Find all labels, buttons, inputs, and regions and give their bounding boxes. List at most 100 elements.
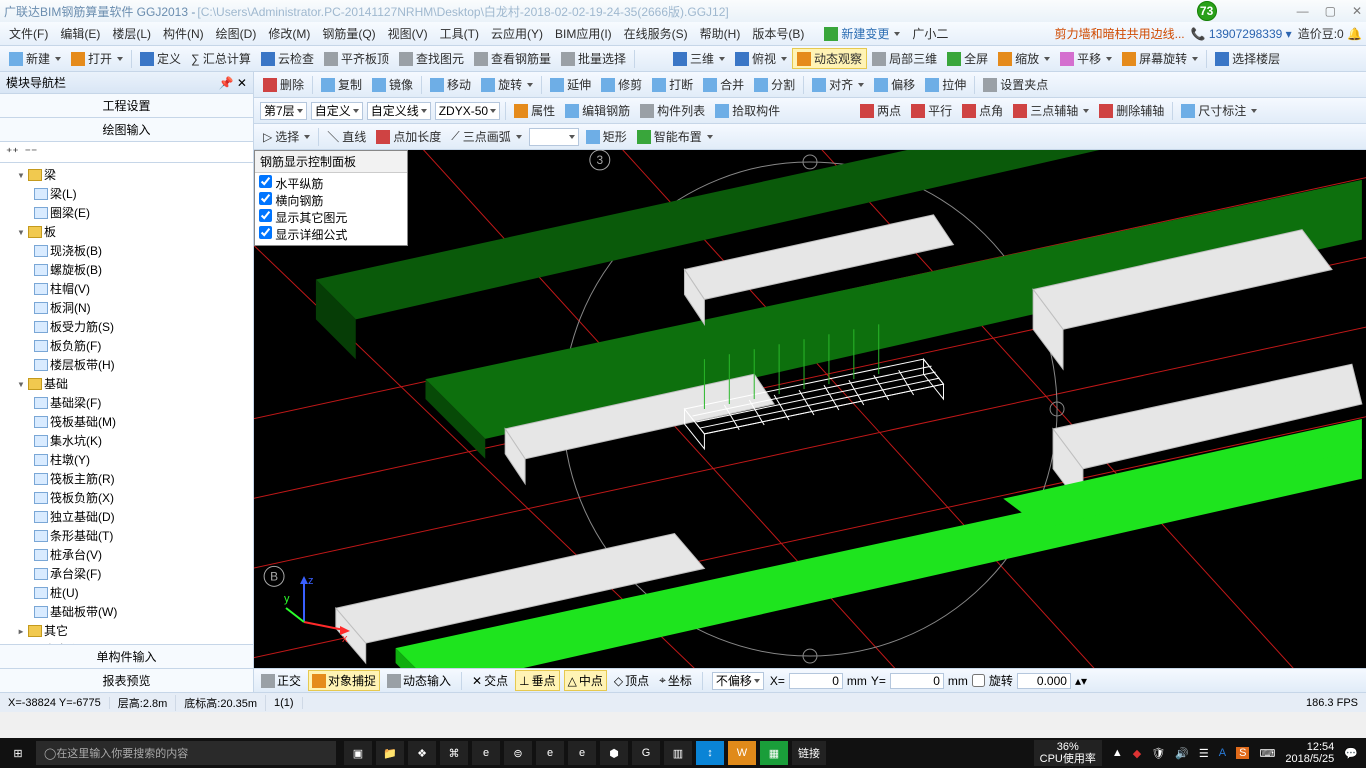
maximize-icon[interactable]: ▢: [1325, 4, 1336, 18]
node-beam[interactable]: ▾梁: [0, 165, 253, 184]
setpt-button[interactable]: 设置夹点: [978, 74, 1053, 95]
delete-button[interactable]: 删除: [258, 74, 309, 95]
pickfloor-button[interactable]: 选择楼层: [1210, 48, 1285, 69]
tab-single-input[interactable]: 单构件输入: [0, 644, 253, 668]
menu-file[interactable]: 文件(F): [4, 23, 53, 44]
component-tree[interactable]: ▾梁 梁(L) 圈梁(E) ▾板 现浇板(B) 螺旋板(B) 柱帽(V) 板洞(…: [0, 163, 253, 644]
vert-toggle[interactable]: ⊥垂点: [515, 670, 559, 691]
search-box[interactable]: ◯ 在这里输入你要搜索的内容: [36, 741, 336, 765]
menu-rebar[interactable]: 钢筋量(Q): [317, 23, 380, 44]
tray-icon[interactable]: ▲: [1112, 747, 1123, 759]
stretch-button[interactable]: 拉伸: [920, 74, 971, 95]
app-icon[interactable]: e: [536, 741, 564, 765]
node-colcap[interactable]: 柱帽(V): [0, 279, 253, 298]
collapse-icon[interactable]: ⁻⁻: [25, 145, 38, 159]
node-slab[interactable]: ▾板: [0, 222, 253, 241]
cross-toggle[interactable]: ✕交点: [469, 671, 511, 690]
line-button[interactable]: ＼直线: [322, 126, 371, 147]
chk-detail[interactable]: 显示详细公式: [259, 226, 403, 243]
pin-icon[interactable]: 📌 ✕: [219, 76, 247, 90]
account-number[interactable]: 📞 13907298339 ▾: [1191, 27, 1292, 41]
editrebar-button[interactable]: 编辑钢筋: [560, 100, 635, 121]
menu-tools[interactable]: 工具(T): [435, 23, 484, 44]
tray-icon[interactable]: 🛡: [1151, 747, 1165, 760]
node-beam-l[interactable]: 梁(L): [0, 184, 253, 203]
coord-toggle[interactable]: ⌖坐标: [656, 671, 695, 690]
pan-button[interactable]: 平移: [1055, 48, 1117, 69]
node-cast[interactable]: 现浇板(B): [0, 241, 253, 260]
menu-component[interactable]: 构件(N): [158, 23, 209, 44]
find-button[interactable]: 查找图元: [394, 48, 469, 69]
menu-help[interactable]: 帮助(H): [695, 23, 746, 44]
arc-param[interactable]: [529, 128, 579, 146]
app-icon[interactable]: W: [728, 741, 756, 765]
chk-trans[interactable]: 横向钢筋: [259, 192, 403, 209]
menu-edit[interactable]: 编辑(E): [55, 23, 105, 44]
twopt-button[interactable]: 两点: [855, 100, 906, 121]
instance-select[interactable]: ZDYX-50: [435, 102, 500, 120]
screenrot-button[interactable]: 屏幕旋转: [1117, 48, 1203, 69]
node-raftmain[interactable]: 筏板主筋(R): [0, 469, 253, 488]
tab-report[interactable]: 报表预览: [0, 668, 253, 692]
rebar-display-panel[interactable]: 钢筋显示控制面板 水平纵筋 横向钢筋 显示其它图元 显示详细公式: [254, 150, 408, 246]
smart-button[interactable]: 智能布置: [632, 126, 718, 147]
node-strip[interactable]: 条形基础(T): [0, 526, 253, 545]
offset-mode[interactable]: 不偏移: [712, 672, 764, 690]
app-icon[interactable]: ↕: [696, 741, 724, 765]
node-raft[interactable]: 筏板基础(M): [0, 412, 253, 431]
cpu-meter[interactable]: 36%CPU使用率: [1034, 740, 1102, 766]
start-button[interactable]: ⊞: [0, 747, 36, 760]
node-spiral[interactable]: 螺旋板(B): [0, 260, 253, 279]
tray-icon[interactable]: ⌨: [1259, 747, 1275, 760]
complist-button[interactable]: 构件列表: [635, 100, 710, 121]
node-ring[interactable]: 圈梁(E): [0, 203, 253, 222]
y-field[interactable]: 0: [890, 673, 944, 689]
define-button[interactable]: 定义: [135, 48, 186, 69]
chk-horiz[interactable]: 水平纵筋: [259, 175, 403, 192]
tray-icon[interactable]: ◆: [1133, 747, 1141, 760]
app-icon[interactable]: e: [568, 741, 596, 765]
menu-version[interactable]: 版本号(B): [747, 23, 809, 44]
menu-cloud[interactable]: 云应用(Y): [486, 23, 548, 44]
threeptaxis-button[interactable]: 三点辅轴: [1008, 100, 1094, 121]
app-icon[interactable]: ▦: [760, 741, 788, 765]
select-button[interactable]: ▷选择: [258, 126, 315, 147]
fullscreen-button[interactable]: 全屏: [942, 48, 993, 69]
app-icon[interactable]: ❖: [408, 741, 436, 765]
menu-view[interactable]: 视图(V): [383, 23, 433, 44]
mid-toggle[interactable]: △中点: [564, 670, 607, 691]
tray-icon[interactable]: 🔊: [1175, 747, 1189, 760]
mirror-button[interactable]: 镜像: [367, 74, 418, 95]
ptangle-button[interactable]: 点角: [957, 100, 1008, 121]
new-button[interactable]: 新建: [4, 48, 66, 69]
node-pier[interactable]: 柱墩(Y): [0, 450, 253, 469]
ptlen-button[interactable]: 点加长度: [371, 126, 446, 147]
tray-icon[interactable]: ☰: [1199, 747, 1209, 760]
ortho-toggle[interactable]: 正交: [258, 671, 304, 690]
node-iso[interactable]: 独立基础(D): [0, 507, 253, 526]
x-field[interactable]: 0: [789, 673, 843, 689]
break-button[interactable]: 打断: [647, 74, 698, 95]
minimize-icon[interactable]: —: [1297, 4, 1309, 18]
rot-stepper[interactable]: ▴▾: [1075, 674, 1087, 688]
delaxis-button[interactable]: 删除辅轴: [1094, 100, 1169, 121]
osnap-toggle[interactable]: 对象捕捉: [308, 670, 380, 691]
type-select[interactable]: 自定义线: [367, 102, 431, 120]
tray-icon[interactable]: A: [1219, 747, 1226, 759]
notifications-icon[interactable]: 💬: [1344, 747, 1358, 760]
app-icon[interactable]: e: [472, 741, 500, 765]
menu-bim[interactable]: BIM应用(I): [550, 23, 617, 44]
node-baseband[interactable]: 基础板带(W): [0, 602, 253, 621]
merge-button[interactable]: 合并: [698, 74, 749, 95]
floor-select[interactable]: 第7层: [260, 102, 307, 120]
node-slabhole[interactable]: 板洞(N): [0, 298, 253, 317]
dim-button[interactable]: 尺寸标注: [1176, 100, 1262, 121]
rot-check[interactable]: [972, 674, 985, 687]
pick-button[interactable]: 拾取构件: [710, 100, 785, 121]
tray-icon[interactable]: S: [1236, 747, 1249, 759]
node-fbeam[interactable]: 基础梁(F): [0, 393, 253, 412]
expand-icon[interactable]: ⁺⁺: [6, 145, 19, 159]
node-capbeam[interactable]: 承台梁(F): [0, 564, 253, 583]
split-button[interactable]: 分割: [749, 74, 800, 95]
tab-project-settings[interactable]: 工程设置: [0, 94, 253, 118]
